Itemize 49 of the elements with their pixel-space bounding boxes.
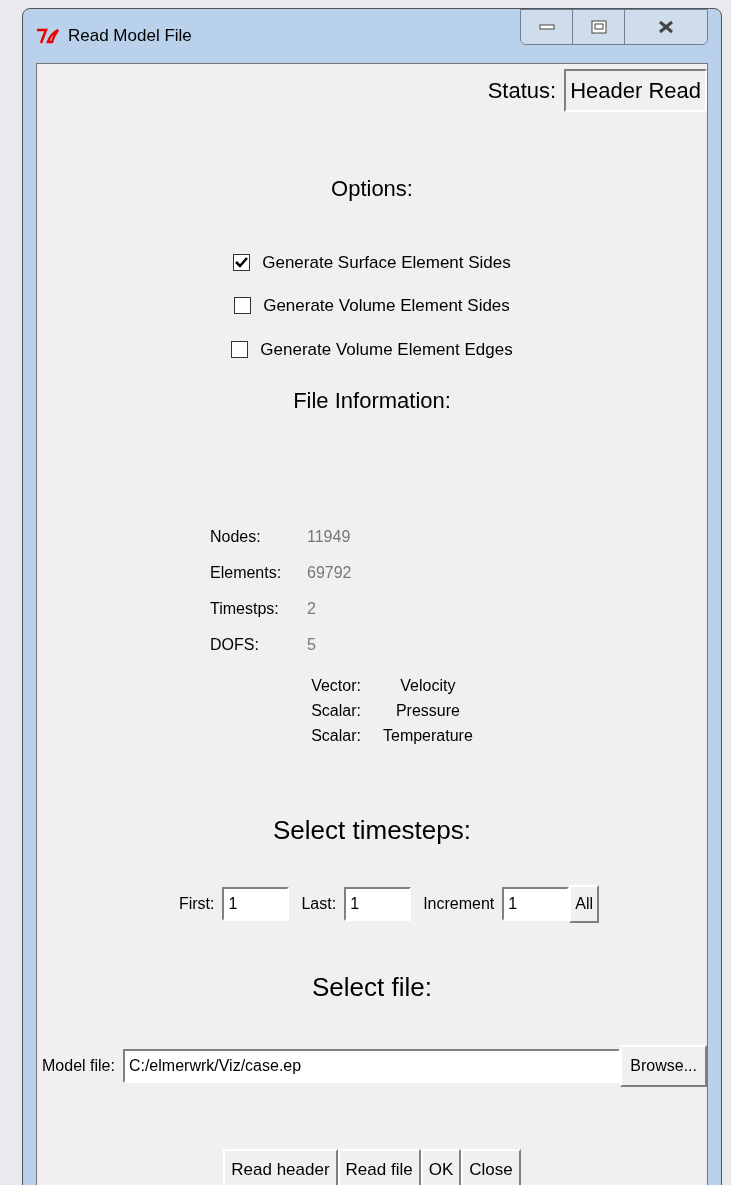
- info-value: 5: [307, 635, 316, 655]
- timestep-label: First:: [178, 894, 215, 914]
- timestep-field[interactable]: 1: [502, 887, 570, 921]
- checkbox[interactable]: [234, 297, 252, 315]
- checkbox-option[interactable]: Generate Volume Element Edges: [231, 336, 513, 362]
- info-label: Elements:: [210, 563, 283, 583]
- minimize-button[interactable]: [521, 10, 573, 44]
- model-file-field[interactable]: C:/elmerwrk/Viz/case.ep: [122, 1049, 621, 1083]
- variable-name: Temperature: [383, 726, 473, 746]
- info-label: DOFS:: [210, 635, 260, 655]
- checkbox-option[interactable]: Generate Volume Element Sides: [234, 293, 510, 319]
- timestep-label: Last:: [301, 894, 337, 914]
- dialog-button[interactable]: OK: [420, 1149, 462, 1185]
- select-file-heading: Select file:: [312, 971, 432, 1004]
- status-value: Header Read: [564, 68, 707, 112]
- status-label: Status:: [487, 76, 557, 105]
- info-value: 11949: [307, 527, 351, 547]
- timestep-field[interactable]: 1: [344, 887, 412, 921]
- dialog-button[interactable]: Close: [461, 1149, 521, 1185]
- browse-button[interactable]: Browse...: [620, 1045, 707, 1087]
- timesteps-heading: Select timesteps:: [273, 814, 471, 847]
- timestep-label: Increment: [423, 894, 495, 914]
- info-value: 69792: [307, 563, 352, 583]
- timestep-field[interactable]: 1: [222, 887, 290, 921]
- variable-type: Scalar:: [311, 701, 361, 721]
- close-button[interactable]: [625, 10, 707, 44]
- all-button[interactable]: All: [569, 885, 600, 923]
- feather-logo-icon: [36, 27, 60, 44]
- variable-name: Velocity: [399, 676, 457, 696]
- checkbox-option[interactable]: Generate Surface Element Sides: [233, 249, 511, 275]
- checkbox[interactable]: [233, 253, 251, 271]
- options-heading: Options:: [331, 174, 413, 203]
- checkbox[interactable]: [231, 340, 249, 358]
- file-information-heading: File Information:: [293, 387, 451, 415]
- window-title: Read Model File: [68, 25, 192, 47]
- variable-type: Vector:: [311, 676, 361, 696]
- variable-type: Scalar:: [311, 726, 361, 746]
- close-icon: [658, 20, 674, 34]
- checkmark-icon: [235, 256, 249, 268]
- info-value: 2: [307, 599, 316, 619]
- maximize-button[interactable]: [573, 10, 625, 44]
- maximize-icon: [590, 20, 607, 34]
- variable-name: Pressure: [394, 701, 461, 721]
- info-label: Timestps:: [210, 599, 280, 619]
- model-file-label: Model file:: [42, 1056, 115, 1076]
- info-label: Nodes:: [210, 527, 262, 547]
- minimize-icon: [538, 24, 555, 30]
- dialog-button[interactable]: Read file: [337, 1149, 421, 1185]
- dialog-button[interactable]: Read header: [223, 1149, 338, 1185]
